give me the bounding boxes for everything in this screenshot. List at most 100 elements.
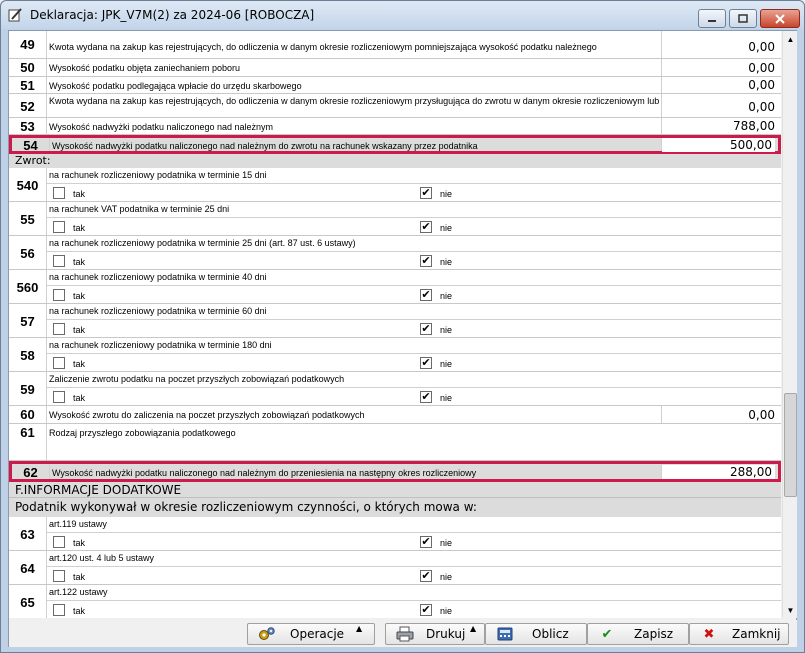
option-group-58: 58 na rachunek rozliczeniowy podatnika w… bbox=[9, 338, 781, 372]
nie-label: nie bbox=[440, 291, 453, 301]
field-61-input[interactable] bbox=[47, 441, 781, 460]
nie-label: nie bbox=[440, 223, 453, 233]
tak-checkbox[interactable] bbox=[53, 323, 65, 335]
scrollbar-thumb[interactable] bbox=[784, 393, 797, 497]
option-label: na rachunek rozliczeniowy podatnika w te… bbox=[49, 306, 267, 316]
field-row-51: 51 Wysokość podatku podlegająca wpłacie … bbox=[9, 77, 781, 94]
option-group-56: 56 na rachunek rozliczeniowy podatnika w… bbox=[9, 236, 781, 270]
option-label: na rachunek rozliczeniowy podatnika w te… bbox=[49, 170, 267, 180]
zamknij-button[interactable]: ✖ Zamknij bbox=[689, 623, 789, 645]
field-row-53: 53 Wysokość nadwyżki podatku naliczonego… bbox=[9, 118, 781, 135]
field-value-input[interactable]: 0,00 bbox=[748, 100, 775, 114]
field-description: Wysokość podatku podlegająca wpłacie do … bbox=[49, 81, 302, 91]
field-value-input[interactable]: 0,00 bbox=[748, 408, 775, 422]
field-row-60: 60 Wysokość zwrotu do zaliczenia na pocz… bbox=[9, 406, 781, 424]
nie-checkbox[interactable]: ✔ bbox=[420, 221, 432, 233]
option-label: Zaliczenie zwrotu podatku na poczet przy… bbox=[49, 374, 345, 384]
option-group-64: 64 art.120 ust. 4 lub 5 ustawy tak ✔ nie bbox=[9, 551, 781, 585]
nie-checkbox[interactable]: ✔ bbox=[420, 357, 432, 369]
tak-checkbox[interactable] bbox=[53, 187, 65, 199]
close-x-icon: ✖ bbox=[703, 626, 715, 642]
printer-icon bbox=[396, 626, 414, 642]
operacje-label: Operacje bbox=[290, 627, 345, 641]
form-scroll-area[interactable]: 49 Kwota wydana na zakup kas rejestrując… bbox=[9, 31, 781, 618]
tak-checkbox[interactable] bbox=[53, 221, 65, 233]
close-icon bbox=[775, 13, 785, 24]
nie-checkbox[interactable]: ✔ bbox=[420, 187, 432, 199]
checkmark-icon: ✔ bbox=[601, 626, 613, 642]
gears-icon bbox=[258, 626, 276, 642]
section-f-subheader: Podatnik wykonywał w okresie rozliczenio… bbox=[9, 498, 781, 517]
nie-checkbox[interactable]: ✔ bbox=[420, 289, 432, 301]
field-number: 56 bbox=[20, 246, 35, 261]
option-label: na rachunek rozliczeniowy podatnika w te… bbox=[49, 272, 267, 282]
option-group-65: 65 art.122 ustawy tak ✔ nie bbox=[9, 585, 781, 618]
field-value-input[interactable]: 500,00 bbox=[662, 138, 775, 152]
tak-label: tak bbox=[73, 572, 86, 582]
option-group-540: 540 na rachunek rozliczeniowy podatnika … bbox=[9, 168, 781, 202]
nie-label: nie bbox=[440, 325, 453, 335]
field-description: Wysokość zwrotu do zaliczenia na poczet … bbox=[49, 410, 365, 420]
dropdown-up-icon: ▲ bbox=[470, 624, 477, 633]
field-value-input[interactable]: 0,00 bbox=[748, 40, 775, 54]
option-label: na rachunek VAT podatnika w terminie 25 … bbox=[49, 204, 230, 214]
tak-label: tak bbox=[73, 189, 86, 199]
tak-checkbox[interactable] bbox=[53, 570, 65, 582]
tak-checkbox[interactable] bbox=[53, 536, 65, 548]
tak-checkbox[interactable] bbox=[53, 255, 65, 267]
field-number: 60 bbox=[20, 407, 35, 422]
maximize-button[interactable] bbox=[729, 9, 757, 28]
drukuj-button[interactable]: Drukuj ▲ bbox=[385, 623, 485, 645]
nie-checkbox[interactable]: ✔ bbox=[420, 391, 432, 403]
field-number: 59 bbox=[20, 382, 35, 397]
tak-checkbox[interactable] bbox=[53, 604, 65, 616]
field-row-52: 52 Kwota wydana na zakup kas rejestrując… bbox=[9, 94, 781, 118]
tak-checkbox[interactable] bbox=[53, 289, 65, 301]
field-value-input[interactable]: 788,00 bbox=[733, 119, 775, 133]
field-value-input[interactable]: 0,00 bbox=[748, 61, 775, 75]
operacje-button[interactable]: Operacje ▲ bbox=[247, 623, 375, 645]
option-label: na rachunek rozliczeniowy podatnika w te… bbox=[49, 238, 356, 248]
nie-checkbox[interactable]: ✔ bbox=[420, 323, 432, 335]
form-client-area: 49 Kwota wydana na zakup kas rejestrując… bbox=[8, 30, 797, 647]
vertical-scrollbar[interactable]: ▲ ▼ bbox=[782, 31, 797, 618]
nie-label: nie bbox=[440, 189, 453, 199]
declaration-window: Deklaracja: JPK_V7M(2) za 2024-06 [ROBOC… bbox=[0, 0, 805, 653]
field-number: 53 bbox=[20, 119, 35, 134]
zapisz-label: Zapisz bbox=[634, 627, 674, 641]
scroll-down-icon[interactable]: ▼ bbox=[783, 602, 798, 618]
option-group-560: 560 na rachunek rozliczeniowy podatnika … bbox=[9, 270, 781, 304]
minimize-button[interactable] bbox=[698, 9, 726, 28]
field-number: 51 bbox=[20, 78, 35, 93]
tak-checkbox[interactable] bbox=[53, 357, 65, 369]
close-window-button[interactable] bbox=[760, 9, 800, 28]
nie-checkbox[interactable]: ✔ bbox=[420, 570, 432, 582]
nie-checkbox[interactable]: ✔ bbox=[420, 255, 432, 267]
title-bar[interactable]: Deklaracja: JPK_V7M(2) za 2024-06 [ROBOC… bbox=[1, 1, 804, 29]
oblicz-button[interactable]: Oblicz bbox=[485, 623, 587, 645]
field-number: 65 bbox=[20, 595, 35, 610]
field-row-54-highlighted: 54 Wysokość nadwyżki podatku naliczonego… bbox=[9, 135, 781, 154]
footer-toolbar: Operacje ▲ Drukuj ▲ Oblicz ✔ Zapisz ✖ Za… bbox=[9, 620, 797, 647]
field-row-49: 49 Kwota wydana na zakup kas rejestrując… bbox=[9, 31, 781, 59]
nie-label: nie bbox=[440, 393, 453, 403]
field-value-input[interactable]: 288,00 bbox=[662, 465, 775, 479]
tak-checkbox[interactable] bbox=[53, 391, 65, 403]
option-label: art.119 ustawy bbox=[49, 519, 107, 529]
scroll-up-icon[interactable]: ▲ bbox=[783, 31, 798, 47]
field-value-input[interactable]: 0,00 bbox=[748, 78, 775, 92]
nie-label: nie bbox=[440, 538, 453, 548]
nie-checkbox[interactable]: ✔ bbox=[420, 604, 432, 616]
nie-checkbox[interactable]: ✔ bbox=[420, 536, 432, 548]
field-number: 54 bbox=[23, 138, 38, 153]
zwrot-section-label: Zwrot: bbox=[9, 154, 781, 168]
tak-label: tak bbox=[73, 359, 86, 369]
field-row-50: 50 Wysokość podatku objęta zaniechaniem … bbox=[9, 59, 781, 77]
field-description: Wysokość nadwyżki podatku naliczonego na… bbox=[49, 122, 274, 132]
zapisz-button[interactable]: ✔ Zapisz bbox=[587, 623, 689, 645]
field-number: 52 bbox=[20, 99, 35, 114]
field-description: Kwota wydana na zakup kas rejestrujących… bbox=[49, 96, 660, 106]
field-description: Rodzaj przyszłego zobowiązania podatkowe… bbox=[49, 428, 236, 438]
option-group-57: 57 na rachunek rozliczeniowy podatnika w… bbox=[9, 304, 781, 338]
maximize-icon bbox=[738, 14, 748, 23]
